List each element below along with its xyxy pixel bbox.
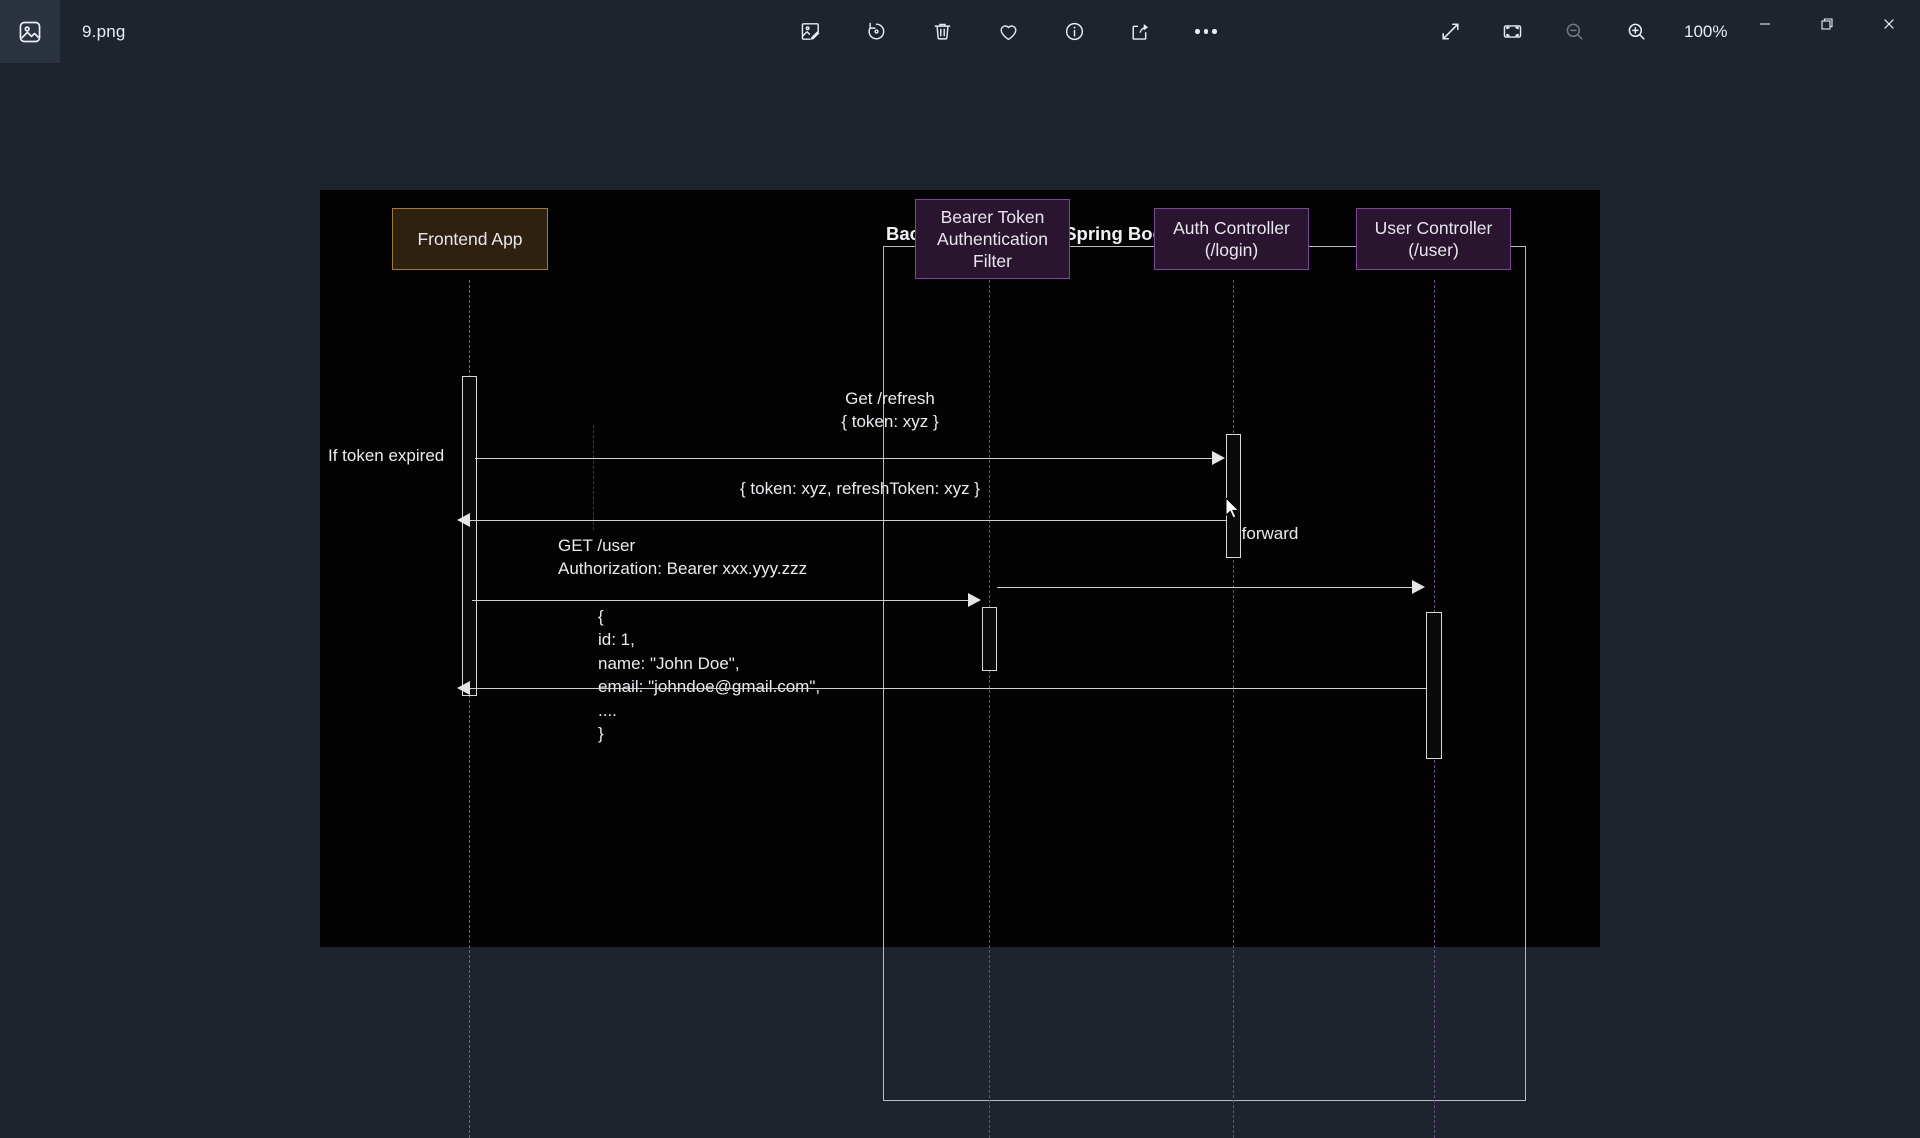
edit-image-icon[interactable] xyxy=(790,12,830,52)
participant-user-controller[interactable]: User Controller (/user) xyxy=(1356,208,1511,270)
participant-bearer-token-filter[interactable]: Bearer Token Authentication Filter xyxy=(915,199,1070,279)
fit-to-window-icon[interactable] xyxy=(1492,12,1532,52)
message-label-3: GET /user Authorization: Bearer xxx.yyy.… xyxy=(558,536,808,579)
participant-frontend-app[interactable]: Frontend App xyxy=(392,208,548,270)
message-label-2: { token: xyz, refreshToken: xyz } xyxy=(739,479,980,498)
delete-icon[interactable] xyxy=(922,12,962,52)
favorite-heart-icon[interactable] xyxy=(988,12,1028,52)
dot xyxy=(1212,29,1217,34)
activation-user xyxy=(1426,612,1442,759)
participant-label: Frontend App xyxy=(417,228,523,249)
arrowhead-5 xyxy=(457,681,470,695)
maximize-restore-button[interactable] xyxy=(1796,0,1858,48)
fullscreen-icon[interactable] xyxy=(1430,12,1470,52)
message-label-4: forward xyxy=(1241,524,1299,543)
message-line-4 xyxy=(997,587,1413,588)
more-options-icon[interactable] xyxy=(1186,12,1226,52)
participant-label: Bearer Token Authentication Filter xyxy=(937,206,1048,272)
rotate-icon[interactable] xyxy=(856,12,896,52)
sequence-diagram: Backend REST API (Spring Boot) Frontend … xyxy=(320,190,1600,1138)
zoom-level-label: 100% xyxy=(1684,21,1728,41)
message-label-5: { id: 1, name: "John Doe", email: "johnd… xyxy=(598,607,821,744)
arrowhead-2 xyxy=(457,513,470,527)
window-controls xyxy=(1734,0,1920,48)
message-line-5 xyxy=(468,688,1426,689)
file-name-label: 9.png xyxy=(82,21,126,41)
dot xyxy=(1203,29,1209,34)
participant-label: User Controller (/user) xyxy=(1374,217,1493,260)
zoom-out-icon[interactable] xyxy=(1554,12,1594,52)
message-line-1 xyxy=(475,458,1217,459)
title-bar: 9.png 100% xyxy=(0,0,1920,63)
view-controls: 100% xyxy=(1430,0,1727,63)
share-icon[interactable] xyxy=(1120,12,1160,52)
image-toolbar xyxy=(790,0,1226,63)
message-line-2 xyxy=(468,520,1226,521)
message-line-3 xyxy=(472,600,968,601)
participant-label: Auth Controller (/login) xyxy=(1173,217,1290,260)
lifeline-auth xyxy=(1233,280,1234,1138)
zoom-in-icon[interactable] xyxy=(1616,12,1656,52)
info-icon[interactable] xyxy=(1054,12,1094,52)
arrowhead-4 xyxy=(1412,580,1425,594)
minimize-button[interactable] xyxy=(1734,0,1796,48)
close-button[interactable] xyxy=(1858,0,1920,48)
activation-frontend-1 xyxy=(462,376,477,696)
arrowhead-1 xyxy=(1212,451,1225,465)
participant-auth-controller[interactable]: Auth Controller (/login) xyxy=(1154,208,1309,270)
message-label-1: Get /refresh { token: xyz } xyxy=(841,389,939,432)
image-viewer-canvas[interactable]: Backend REST API (Spring Boot) Frontend … xyxy=(320,190,1600,1138)
fragment-label: If token expired xyxy=(328,446,445,465)
mouse-cursor xyxy=(1225,497,1240,519)
photos-app-icon[interactable] xyxy=(0,0,60,63)
dot xyxy=(1195,29,1200,34)
